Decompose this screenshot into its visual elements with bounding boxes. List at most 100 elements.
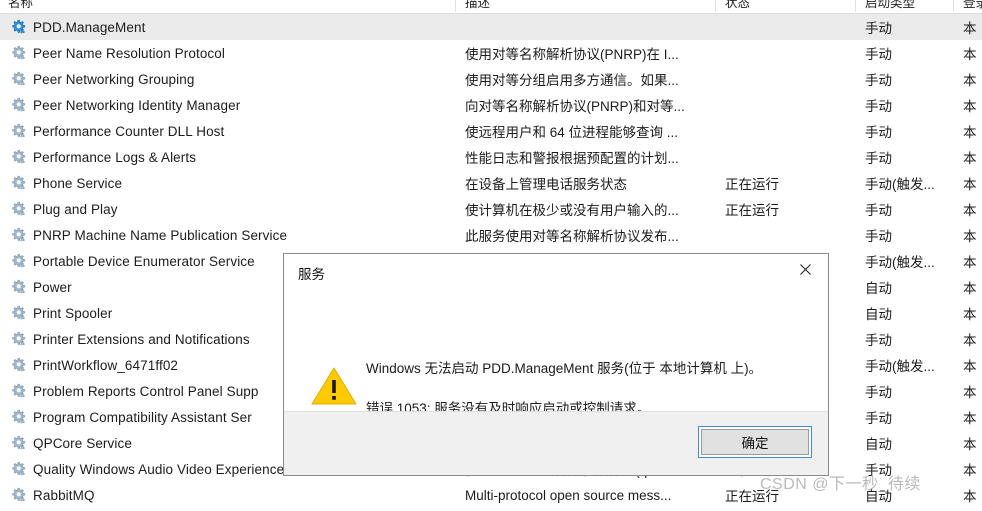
gear-icon: [10, 19, 26, 35]
service-name-label: Performance Counter DLL Host: [33, 123, 225, 139]
cell-startup-type: 手动(触发...: [865, 359, 935, 374]
cell-startup-type: 手动: [865, 125, 892, 140]
service-name-label: PNRP Machine Name Publication Service: [33, 227, 288, 243]
table-row[interactable]: PNRP Machine Name Publication Service 此服务…: [0, 222, 982, 248]
cell-logon-as: 本: [963, 489, 977, 504]
service-name-label: Problem Reports Control Panel Supp: [33, 383, 259, 399]
cell-startup-type: 自动: [865, 307, 892, 322]
cell-startup-type: 手动: [865, 333, 892, 348]
column-header-description[interactable]: 描述: [457, 0, 715, 14]
cell-service-name: Peer Networking Grouping: [0, 71, 455, 87]
table-row[interactable]: Peer Name Resolution Protocol 使用对等名称解析协议(…: [0, 40, 982, 66]
service-name-label: QPCore Service: [33, 435, 132, 451]
cell-description: 性能日志和警报根据预配置的计划...: [465, 151, 679, 166]
column-divider[interactable]: [855, 0, 856, 12]
column-header-logon-as[interactable]: 登录为: [955, 0, 982, 14]
cell-startup-type: 手动(触发...: [865, 255, 935, 270]
table-row[interactable]: Performance Logs & Alerts 性能日志和警报根据预配置的计划…: [0, 144, 982, 170]
cell-logon-as: 本: [963, 229, 977, 244]
column-header-status[interactable]: 状态: [717, 0, 855, 14]
cell-logon-as: 本: [963, 385, 977, 400]
table-row[interactable]: Performance Counter DLL Host 使远程用户和 64 位进…: [0, 118, 982, 144]
cell-logon-as: 本: [963, 437, 977, 452]
cell-service-name: Peer Name Resolution Protocol: [0, 45, 455, 61]
gear-icon: [10, 279, 26, 295]
column-divider[interactable]: [953, 0, 954, 12]
service-name-label: Peer Name Resolution Protocol: [33, 45, 225, 61]
gear-icon: [10, 435, 26, 451]
cell-service-name: PDD.ManageMent: [0, 19, 455, 35]
cell-startup-type: 手动: [865, 411, 892, 426]
table-row[interactable]: Peer Networking Grouping 使用对等分组启用多方通信。如果.…: [0, 66, 982, 92]
column-header-name[interactable]: 名称: [0, 0, 455, 14]
gear-icon: [10, 71, 26, 87]
column-header-row: 名称 描述 状态 启动类型 登录为: [0, 0, 982, 14]
cell-logon-as: 本: [963, 47, 977, 62]
service-name-label: Phone Service: [33, 175, 123, 191]
service-name-label: Peer Networking Grouping: [33, 71, 195, 87]
cell-service-name: Plug and Play: [0, 201, 455, 217]
service-name-label: Quality Windows Audio Video Experience: [33, 461, 285, 477]
cell-service-name: PNRP Machine Name Publication Service: [0, 227, 455, 243]
gear-icon: [10, 253, 26, 269]
cell-logon-as: 本: [963, 307, 977, 322]
service-name-label: Peer Networking Identity Manager: [33, 97, 241, 113]
cell-logon-as: 本: [963, 203, 977, 218]
cell-description: 在设备上管理电话服务状态: [465, 177, 627, 192]
gear-icon: [10, 409, 26, 425]
cell-logon-as: 本: [963, 21, 977, 36]
cell-startup-type: 手动: [865, 73, 892, 88]
cell-startup-type: 手动: [865, 463, 892, 478]
table-row[interactable]: Phone Service 在设备上管理电话服务状态 正在运行 手动(触发... 本: [0, 170, 982, 196]
ok-button[interactable]: 确定: [701, 429, 809, 455]
service-name-label: Program Compatibility Assistant Ser: [33, 409, 252, 425]
gear-icon: [10, 487, 26, 503]
cell-status: 正在运行: [725, 203, 779, 218]
cell-startup-type: 手动: [865, 385, 892, 400]
gear-icon: [10, 305, 26, 321]
cell-status: 正在运行: [725, 489, 779, 504]
cell-startup-type: 自动: [865, 281, 892, 296]
gear-icon: [10, 357, 26, 373]
service-name-label: Print Spooler: [33, 305, 113, 321]
gear-icon: [10, 201, 26, 217]
cell-description: 向对等名称解析协议(PNRP)和对等...: [465, 99, 685, 114]
gear-icon: [10, 331, 26, 347]
close-icon[interactable]: [783, 254, 828, 284]
service-name-label: Power: [33, 279, 72, 295]
dialog-message: Windows 无法启动 PDD.ManageMent 服务(位于 本地计算机 …: [366, 362, 806, 415]
service-name-label: Portable Device Enumerator Service: [33, 253, 255, 269]
gear-icon: [10, 45, 26, 61]
cell-startup-type: 手动: [865, 99, 892, 114]
table-row[interactable]: RabbitMQ Multi-protocol open source mess.…: [0, 482, 982, 508]
cell-logon-as: 本: [963, 411, 977, 426]
column-divider[interactable]: [715, 0, 716, 12]
dialog-title: 服务: [298, 267, 325, 282]
cell-startup-type: 手动: [865, 203, 892, 218]
cell-status: 正在运行: [725, 177, 779, 192]
service-error-dialog: 服务 Windows 无法启动 PDD.ManageMent 服务(位于 本地计…: [283, 253, 829, 476]
service-name-label: Printer Extensions and Notifications: [33, 331, 250, 347]
dialog-title-bar: 服务: [284, 254, 828, 294]
cell-logon-as: 本: [963, 333, 977, 348]
column-header-startup-type[interactable]: 启动类型: [857, 0, 953, 14]
table-row[interactable]: Plug and Play 使计算机在极少或没有用户输入的... 正在运行 手动 本: [0, 196, 982, 222]
cell-startup-type: 手动: [865, 47, 892, 62]
cell-logon-as: 本: [963, 99, 977, 114]
service-name-label: Performance Logs & Alerts: [33, 149, 197, 165]
service-name-label: Plug and Play: [33, 201, 118, 217]
gear-icon: [10, 175, 26, 191]
cell-description: 使用对等名称解析协议(PNRP)在 I...: [465, 47, 679, 62]
table-row[interactable]: Peer Networking Identity Manager 向对等名称解析协…: [0, 92, 982, 118]
cell-startup-type: 自动: [865, 489, 892, 504]
column-divider[interactable]: [455, 0, 456, 12]
cell-description: 使远程用户和 64 位进程能够查询 ...: [465, 125, 679, 140]
warning-triangle-icon: [311, 366, 357, 406]
cell-logon-as: 本: [963, 255, 977, 270]
gear-icon: [10, 461, 26, 477]
gear-icon: [10, 227, 26, 243]
gear-icon: [10, 123, 26, 139]
cell-description: Multi-protocol open source mess...: [465, 487, 672, 503]
dialog-body: Windows 无法启动 PDD.ManageMent 服务(位于 本地计算机 …: [284, 294, 828, 415]
table-row[interactable]: PDD.ManageMent 手动 本: [0, 14, 982, 40]
